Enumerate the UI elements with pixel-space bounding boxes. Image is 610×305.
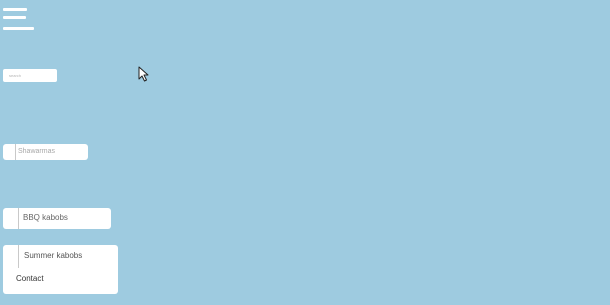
menu-bar-bottom xyxy=(3,27,34,30)
nav-item-divider xyxy=(15,144,16,160)
nav-item-bbq-kabobs[interactable]: BBQ kabobs xyxy=(3,208,111,229)
nav-item-contact[interactable]: Contact xyxy=(16,274,44,283)
nav-item-shawarmas[interactable]: Shawarmas xyxy=(3,144,88,160)
nav-item-divider xyxy=(18,245,19,268)
nav-item-summer-kabobs[interactable]: Summer kabobs xyxy=(24,251,82,260)
nav-item-label: Shawarmas xyxy=(18,148,55,155)
menu-bar-top xyxy=(3,8,27,11)
hamburger-menu-icon[interactable] xyxy=(3,8,35,32)
nav-item-divider xyxy=(18,208,19,229)
nav-item-label: BBQ kabobs xyxy=(23,213,68,222)
pointer-cursor-icon xyxy=(138,66,149,82)
search-input[interactable] xyxy=(3,69,57,82)
nav-submenu-panel: Summer kabobs Contact xyxy=(3,245,118,294)
menu-bar-middle xyxy=(3,16,26,19)
